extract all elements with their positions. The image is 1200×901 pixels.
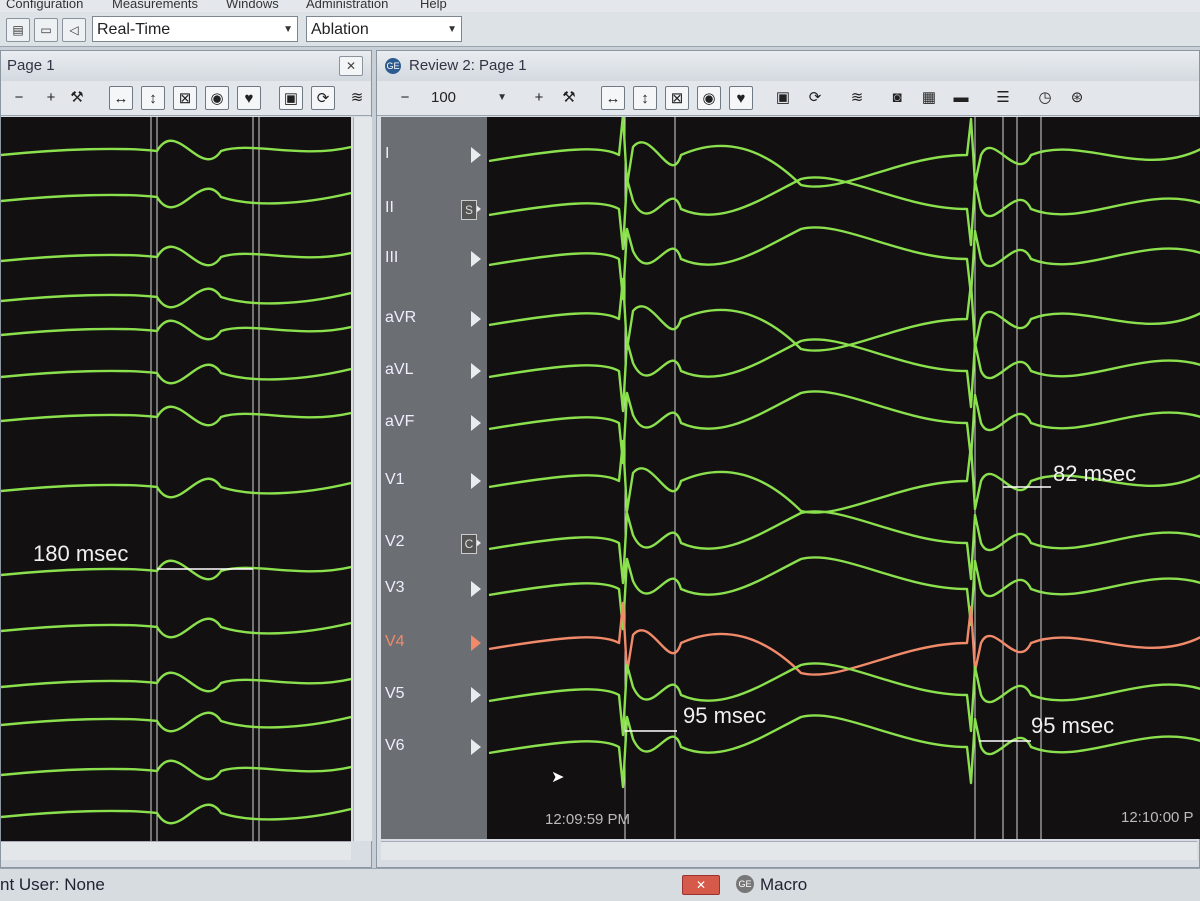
- box-caliper-button[interactable]: ⊠: [173, 86, 197, 110]
- chevron-down-icon: ▼: [283, 24, 293, 35]
- ecg-trace: [1, 139, 351, 161]
- mouse-cursor-icon: ➤: [551, 769, 565, 786]
- waveform-icon[interactable]: ≋: [845, 86, 869, 110]
- ecg-trace: [1, 187, 351, 209]
- measurement-label: 180 msec: [33, 541, 129, 566]
- refresh-icon[interactable]: ⟳: [803, 86, 827, 110]
- left-window-toolbar: − + ⚒ ↔ ↕ ⊠ ◉ ♥ ▣ ⟳ ≋: [1, 81, 371, 116]
- menu-administration[interactable]: Administration: [306, 0, 388, 11]
- zoom-out-button[interactable]: −: [7, 86, 31, 110]
- ecg-trace: [1, 711, 351, 733]
- zoom-select[interactable]: 100 ▼: [427, 86, 511, 110]
- close-button[interactable]: ✕: [682, 875, 720, 895]
- box-caliper-button[interactable]: ⊠: [665, 86, 689, 110]
- macro-label[interactable]: Macro: [760, 875, 807, 895]
- horizontal-caliper-button[interactable]: ↔: [601, 86, 625, 110]
- ecg-trace: [1, 617, 351, 639]
- left-ecg-traces: [1, 117, 351, 841]
- timestamp-label: 12:10:00 P: [1121, 809, 1194, 826]
- heart-icon[interactable]: ♥: [237, 86, 261, 110]
- ecg-trace: [1, 287, 351, 309]
- status-bar: nt User: None ✕ GE Macro: [0, 868, 1200, 901]
- vertical-scrollbar[interactable]: [353, 117, 372, 841]
- right-window-toolbar: − 100 ▼ + ⚒ ↔ ↕ ⊠ ◉ ♥ ▣ ⟳ ≋ ◙ ▦ ▬ ☰ ◷ ⊛: [377, 81, 1199, 116]
- ecg-trace-i: [488, 117, 1200, 188]
- ecg-trace: [1, 363, 351, 385]
- display-icon[interactable]: ▣: [771, 86, 795, 110]
- ecg-trace-avr: [488, 277, 1200, 352]
- measurement-label: 95 msec: [683, 703, 767, 728]
- horizontal-scrollbar[interactable]: [381, 841, 1197, 860]
- heart-icon[interactable]: ♥: [729, 86, 753, 110]
- measurement-label: 82 msec: [1053, 461, 1137, 486]
- add-button[interactable]: +: [39, 86, 63, 110]
- ge-logo-icon: GE: [736, 875, 754, 893]
- measurement-label: 95 msec: [1031, 713, 1115, 738]
- ecg-trace: [1, 405, 351, 427]
- current-user-text: nt User: None: [0, 875, 105, 894]
- ecg-trace-ii: [488, 176, 1200, 251]
- chevron-down-icon: ▼: [447, 24, 457, 35]
- add-button[interactable]: +: [527, 86, 551, 110]
- menu-bar: Configuration Measurements Windows Admin…: [0, 0, 1200, 12]
- ecg-trace: [1, 759, 351, 781]
- display-icon[interactable]: ▣: [279, 86, 303, 110]
- ecg-trace-iii: [488, 226, 1200, 301]
- ge-logo-icon: GE: [385, 58, 401, 74]
- horizontal-caliper-button[interactable]: ↔: [109, 86, 133, 110]
- tools-icon[interactable]: ⚒: [557, 86, 581, 110]
- right-window-title: Review 2: Page 1: [409, 57, 527, 74]
- ecg-trace-v3: [488, 556, 1200, 631]
- right-ecg-canvas[interactable]: I II S III aVR aVL aVF V1 V2 C V3 V4 V5 V6 95 msec 95…: [381, 117, 1200, 839]
- menu-help[interactable]: Help: [420, 0, 447, 11]
- left-window-title: Page 1: [7, 57, 55, 74]
- right-window-titlebar: GE Review 2: Page 1: [377, 51, 1199, 81]
- waveform-icon[interactable]: ≋: [345, 86, 369, 110]
- ecg-trace: [1, 245, 351, 267]
- close-button[interactable]: ✕: [339, 56, 363, 76]
- ecg-trace-avl: [488, 338, 1200, 413]
- camera-icon[interactable]: ◙: [885, 86, 909, 110]
- left-window-titlebar: Page 1 ✕: [1, 51, 371, 81]
- menu-windows[interactable]: Windows: [226, 0, 279, 11]
- table-icon[interactable]: ☰: [991, 86, 1015, 110]
- horizontal-scrollbar[interactable]: [1, 841, 351, 860]
- ecg-trace: [1, 803, 351, 825]
- monitor-icon[interactable]: ▭: [34, 18, 58, 42]
- march-caliper-button[interactable]: ◉: [697, 86, 721, 110]
- menu-configuration[interactable]: Configuration: [6, 0, 83, 11]
- ecg-trace: [1, 477, 351, 499]
- chevron-down-icon: ▼: [497, 92, 507, 103]
- speaker-icon[interactable]: ◁: [62, 18, 86, 42]
- ecg-trace: [1, 319, 351, 341]
- vertical-caliper-button[interactable]: ↕: [633, 86, 657, 110]
- procedure-select[interactable]: Ablation ▼: [306, 16, 462, 42]
- mode-select[interactable]: Real-Time ▼: [92, 16, 298, 42]
- right-review-window: GE Review 2: Page 1 − 100 ▼ + ⚒ ↔ ↕ ⊠ ◉ …: [376, 50, 1200, 868]
- zoom-out-button[interactable]: −: [393, 86, 417, 110]
- tools-icon[interactable]: ⚒: [65, 86, 89, 110]
- ecg-trace-v4: [488, 601, 1200, 676]
- left-ecg-canvas[interactable]: 180 msec: [1, 117, 351, 841]
- document-icon[interactable]: ▤: [6, 18, 30, 42]
- stopwatch-icon[interactable]: ⊛: [1065, 86, 1089, 110]
- left-review-window: Page 1 ✕ − + ⚒ ↔ ↕ ⊠ ◉ ♥ ▣ ⟳ ≋ 180 msec: [0, 50, 372, 868]
- timestamp-label: 12:09:59 PM: [545, 811, 631, 828]
- print-icon[interactable]: ▬: [949, 86, 973, 110]
- ecg-trace-v2: [488, 510, 1200, 585]
- save-icon[interactable]: ▦: [917, 86, 941, 110]
- ecg-trace-avf: [488, 390, 1200, 465]
- vertical-caliper-button[interactable]: ↕: [141, 86, 165, 110]
- main-toolbar: ▤ ▭ ◁ Real-Time ▼ Ablation ▼: [0, 12, 1200, 47]
- march-caliper-button[interactable]: ◉: [205, 86, 229, 110]
- refresh-icon[interactable]: ⟳: [311, 86, 335, 110]
- ecg-trace: [1, 671, 351, 693]
- clock-icon[interactable]: ◷: [1033, 86, 1057, 110]
- menu-measurements[interactable]: Measurements: [112, 0, 198, 11]
